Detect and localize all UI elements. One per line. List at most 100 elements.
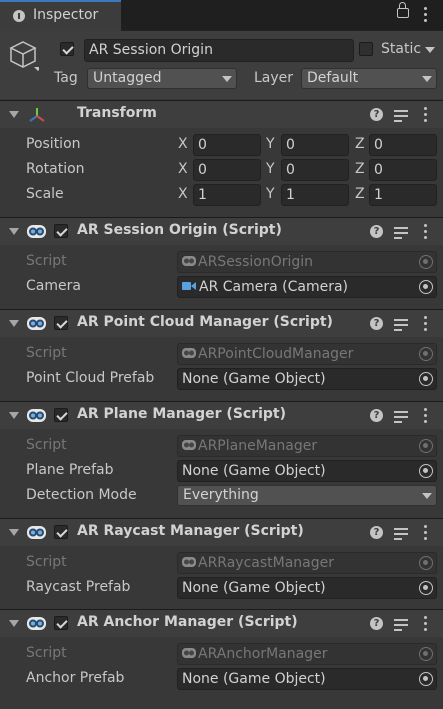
axis-x-label[interactable]: X: [178, 186, 188, 202]
object-field[interactable]: AR Camera (Camera): [177, 276, 437, 298]
component-enabled-checkbox[interactable]: [54, 616, 68, 630]
position-label[interactable]: Position: [26, 136, 81, 152]
rotation-x-field[interactable]: 0: [193, 159, 261, 181]
lock-icon[interactable]: [397, 2, 409, 18]
axis-y-label[interactable]: Y: [266, 161, 275, 177]
chevron-down-icon: [222, 76, 232, 82]
layer-dropdown[interactable]: Default: [301, 68, 437, 89]
object-field-value: None (Game Object): [182, 580, 326, 596]
transform-header[interactable]: Transform ?: [0, 100, 443, 128]
position-x-field[interactable]: 0: [193, 134, 261, 156]
tag-dropdown[interactable]: Untagged: [87, 68, 237, 89]
help-icon[interactable]: ?: [370, 317, 383, 330]
foldout-arrow-icon[interactable]: [9, 620, 19, 627]
object-picker-icon: [419, 255, 433, 269]
object-name-field[interactable]: AR Session Origin: [84, 39, 354, 62]
object-picker-icon: [419, 439, 433, 453]
layer-value: Default: [307, 70, 359, 86]
component-title: AR Session Origin (Script): [77, 222, 282, 238]
help-icon[interactable]: ?: [370, 526, 383, 539]
object-picker-icon[interactable]: [419, 581, 433, 595]
component-title: AR Point Cloud Manager (Script): [77, 314, 333, 330]
component-header[interactable]: AR Anchor Manager (Script) ?: [0, 609, 443, 637]
active-checkbox[interactable]: [60, 42, 74, 56]
axis-z-label[interactable]: Z: [355, 161, 365, 177]
component-enabled-checkbox[interactable]: [54, 224, 68, 238]
foldout-arrow-icon[interactable]: [9, 529, 19, 536]
object-field[interactable]: None (Game Object): [177, 668, 437, 690]
foldout-arrow-icon[interactable]: [9, 320, 19, 327]
foldout-arrow-icon[interactable]: [9, 412, 19, 419]
detection-mode-dropdown[interactable]: Everything: [177, 485, 437, 506]
field-label[interactable]: Anchor Prefab: [26, 670, 124, 686]
axis-x-label[interactable]: X: [178, 161, 188, 177]
position-y-field[interactable]: 0: [281, 134, 349, 156]
field-label[interactable]: Point Cloud Prefab: [26, 370, 154, 386]
help-icon[interactable]: ?: [370, 225, 383, 238]
field-label[interactable]: Camera: [26, 278, 81, 294]
preset-icon[interactable]: [394, 409, 408, 423]
help-icon[interactable]: ?: [370, 617, 383, 630]
preset-icon[interactable]: [394, 108, 408, 122]
info-icon: [13, 10, 25, 22]
rotation-z-field[interactable]: 0: [369, 159, 437, 181]
component-header[interactable]: AR Plane Manager (Script) ?: [0, 401, 443, 429]
foldout-arrow-icon[interactable]: [9, 111, 19, 118]
component-enabled-checkbox[interactable]: [54, 525, 68, 539]
axis-z-label[interactable]: Z: [355, 136, 365, 152]
more-menu-icon[interactable]: [423, 107, 427, 123]
component-enabled-checkbox[interactable]: [54, 408, 68, 422]
preset-icon[interactable]: [394, 225, 408, 239]
static-checkbox[interactable]: [359, 42, 373, 56]
preset-icon[interactable]: [394, 617, 408, 631]
axis-z-label[interactable]: Z: [355, 186, 365, 202]
axis-y-label[interactable]: Y: [266, 186, 275, 202]
tab-inspector[interactable]: Inspector: [0, 0, 121, 31]
foldout-arrow-icon[interactable]: [9, 228, 19, 235]
scale-z-field[interactable]: 1: [369, 184, 437, 206]
rotation-label[interactable]: Rotation: [26, 161, 85, 177]
script-label: Script: [26, 253, 67, 269]
scale-label[interactable]: Scale: [26, 186, 64, 202]
component-title: AR Raycast Manager (Script): [77, 523, 304, 539]
more-menu-icon[interactable]: [423, 408, 427, 424]
axis-x-label[interactable]: X: [178, 136, 188, 152]
scale-x-field[interactable]: 1: [193, 184, 261, 206]
object-field[interactable]: None (Game Object): [177, 460, 437, 482]
object-picker-icon[interactable]: [419, 672, 433, 686]
script-field: ARRaycastManager: [177, 552, 437, 574]
script-icon: [26, 315, 47, 332]
axis-y-label[interactable]: Y: [266, 136, 275, 152]
field-label[interactable]: Plane Prefab: [26, 462, 114, 478]
script-value: ARPointCloudManager: [198, 346, 354, 362]
gameobject-cube-icon[interactable]: [9, 40, 39, 74]
component-header[interactable]: AR Raycast Manager (Script) ?: [0, 518, 443, 546]
object-field[interactable]: None (Game Object): [177, 577, 437, 599]
object-field-value: None (Game Object): [182, 671, 326, 687]
object-field[interactable]: None (Game Object): [177, 368, 437, 390]
position-z-field[interactable]: 0: [369, 134, 437, 156]
component-header[interactable]: AR Point Cloud Manager (Script) ?: [0, 309, 443, 337]
rotation-y-field[interactable]: 0: [281, 159, 349, 181]
more-menu-icon[interactable]: [423, 525, 427, 541]
object-picker-icon[interactable]: [419, 464, 433, 478]
more-menu-icon[interactable]: [423, 316, 427, 332]
help-icon[interactable]: ?: [370, 108, 383, 121]
preset-icon[interactable]: [394, 317, 408, 331]
help-icon[interactable]: ?: [370, 409, 383, 422]
more-menu-icon[interactable]: [423, 616, 427, 632]
object-picker-icon[interactable]: [419, 280, 433, 294]
component-header[interactable]: AR Session Origin (Script) ?: [0, 217, 443, 245]
more-menu-icon[interactable]: [423, 7, 427, 23]
scale-y-field[interactable]: 1: [281, 184, 349, 206]
component-enabled-checkbox[interactable]: [54, 316, 68, 330]
script-value: ARAnchorManager: [198, 646, 328, 662]
transform-axes-icon: [29, 108, 45, 122]
field-label[interactable]: Raycast Prefab: [26, 579, 130, 595]
static-label[interactable]: Static: [381, 41, 421, 57]
more-menu-icon[interactable]: [423, 224, 427, 240]
static-dropdown-icon[interactable]: [425, 47, 435, 53]
object-picker-icon[interactable]: [419, 372, 433, 386]
preset-icon[interactable]: [394, 526, 408, 540]
script-value: ARSessionOrigin: [198, 254, 314, 270]
